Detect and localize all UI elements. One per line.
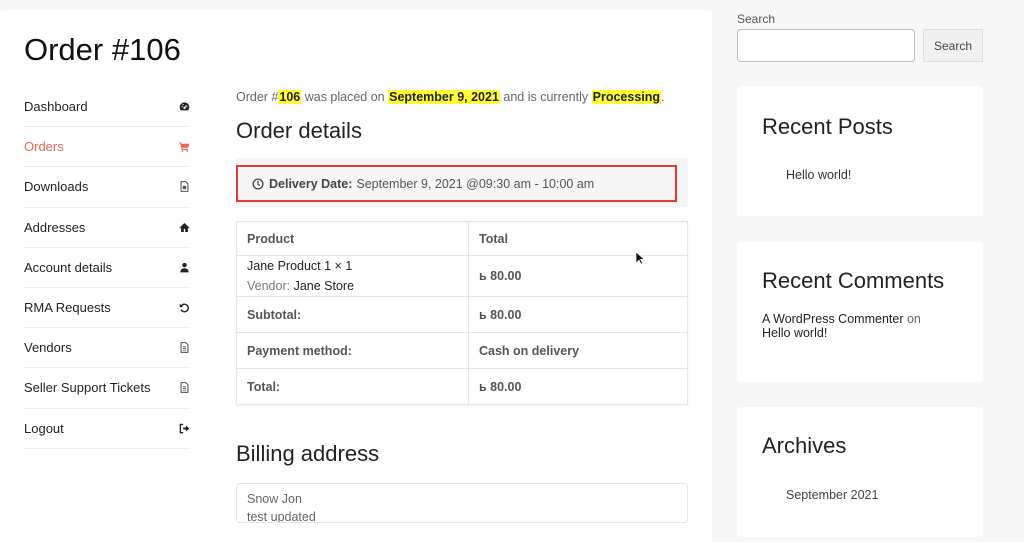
comment-post-link[interactable]: Hello world! (762, 326, 827, 340)
row-label: Subtotal: (236, 296, 469, 333)
file-icon (178, 342, 190, 354)
nav-item-seller-support-tickets[interactable]: Seller Support Tickets (24, 368, 190, 409)
vendor-label: Vendor: (247, 279, 291, 293)
nav-item-account-details[interactable]: Account details (24, 248, 190, 288)
row-value: Cash on delivery (468, 332, 688, 369)
row-label: Total: (236, 368, 469, 405)
recent-posts-title: Recent Posts (762, 114, 893, 139)
intro-text: and is currently (499, 90, 592, 104)
table-row: Total: ь 80.00 (236, 368, 688, 405)
search-button[interactable]: Search (923, 29, 983, 62)
nav-item-logout[interactable]: Logout (24, 409, 190, 449)
intro-text: Order # (236, 90, 279, 104)
file-icon (178, 181, 190, 193)
table-row: Jane Product 1 × 1 Vendor: Jane Store ь … (236, 255, 688, 297)
mouse-cursor-icon (635, 251, 645, 265)
recent-comments-title: Recent Comments (762, 268, 945, 293)
intro-text: . (661, 90, 665, 104)
recent-posts-widget: Recent Posts Hello world! (737, 86, 983, 216)
nav-item-label: Vendors (24, 340, 72, 356)
vendor-line: Vendor: Jane Store (247, 276, 458, 296)
search-label: Search (737, 12, 776, 26)
table-row: Subtotal: ь 80.00 (236, 296, 688, 333)
column-header-product: Product (236, 221, 469, 256)
order-status: Processing (591, 90, 662, 104)
row-label: Payment method: (236, 332, 469, 369)
recent-comment: A WordPress Commenter on Hello world! (762, 312, 921, 340)
home-icon (178, 221, 190, 233)
account-navigation: Dashboard Orders Downloads Addresses Acc… (24, 87, 190, 449)
order-content: Order #106 was placed on September 9, 20… (236, 88, 688, 523)
nav-item-label: Seller Support Tickets (24, 380, 151, 396)
nav-item-label: Orders (24, 139, 64, 155)
user-icon (178, 261, 190, 273)
nav-item-rma-requests[interactable]: RMA Requests (24, 288, 190, 329)
archives-title: Archives (762, 433, 847, 458)
table-header-row: Product Total (236, 221, 688, 256)
intro-text: was placed on (301, 90, 389, 104)
vendor-name: Jane Store (293, 279, 355, 293)
recent-comments-widget: Recent Comments A WordPress Commenter on… (737, 242, 983, 382)
logout-icon (178, 422, 190, 434)
file-icon (178, 382, 190, 394)
delivery-date-label: Delivery Date: (269, 176, 353, 191)
order-details-table: Product Total Jane Product 1 × 1 Vendor:… (236, 221, 688, 405)
delivery-date-section: Delivery Date: September 9, 2021 @09:30 … (236, 158, 688, 207)
archives-widget: Archives September 2021 (737, 407, 983, 537)
order-summary-text: Order #106 was placed on September 9, 20… (236, 88, 688, 106)
delivery-date-value: September 9, 2021 @09:30 am - 10:00 am (356, 176, 595, 191)
nav-item-dashboard[interactable]: Dashboard (24, 87, 190, 128)
order-date: September 9, 2021 (388, 90, 500, 104)
row-value: ь 80.00 (468, 296, 688, 333)
billing-address-box: Snow Jon test updated (236, 483, 688, 523)
nav-item-label: RMA Requests (24, 300, 111, 316)
nav-item-label: Addresses (24, 219, 86, 235)
product-total: ь 80.00 (468, 255, 688, 297)
order-details-heading: Order details (236, 118, 362, 143)
delivery-date-highlight: Delivery Date: September 9, 2021 @09:30 … (236, 165, 677, 202)
column-header-total: Total (468, 221, 688, 256)
cart-icon (178, 141, 190, 153)
comment-author-link[interactable]: A WordPress Commenter (762, 312, 903, 326)
archive-link[interactable]: September 2021 (786, 488, 878, 502)
billing-line: Snow Jon (247, 492, 302, 506)
search-widget: Search Search (737, 10, 983, 65)
nav-item-label: Logout (24, 420, 64, 436)
page-title: Order #106 (24, 32, 181, 67)
order-number: 106 (278, 90, 302, 104)
table-row: Payment method: Cash on delivery (236, 332, 688, 369)
nav-item-label: Downloads (24, 179, 89, 195)
row-value: ь 80.00 (468, 368, 688, 405)
product-cell: Jane Product 1 × 1 Vendor: Jane Store (236, 255, 469, 297)
undo-icon (178, 302, 190, 314)
search-input[interactable] (737, 29, 915, 62)
billing-line: test updated (247, 510, 316, 523)
main-content-panel: Order #106 Dashboard Orders Downloads Ad… (0, 10, 712, 542)
nav-item-downloads[interactable]: Downloads (24, 167, 190, 208)
nav-item-vendors[interactable]: Vendors (24, 328, 190, 369)
product-name[interactable]: Jane Product 1 × 1 (247, 256, 458, 276)
nav-item-label: Dashboard (24, 99, 88, 115)
nav-item-label: Account details (24, 259, 113, 275)
nav-item-addresses[interactable]: Addresses (24, 208, 190, 248)
recent-post-link[interactable]: Hello world! (786, 168, 851, 182)
comment-on-text: on (903, 312, 921, 326)
dashboard-icon (178, 101, 190, 113)
clock-icon (252, 177, 264, 190)
billing-address-heading: Billing address (236, 441, 380, 466)
nav-item-orders[interactable]: Orders (24, 127, 190, 168)
